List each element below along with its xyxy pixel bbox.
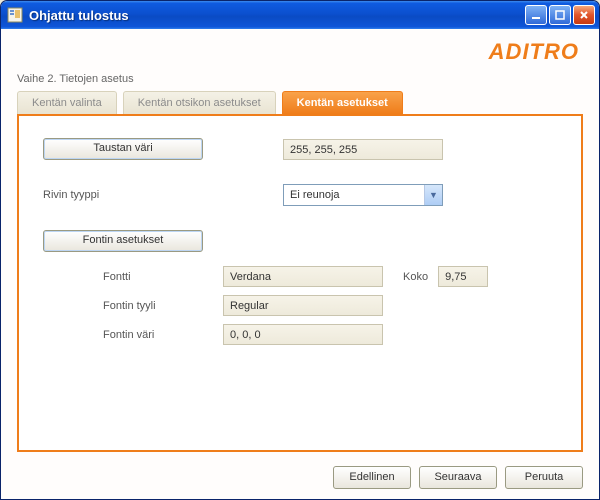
size-group: Koko 9,75 bbox=[403, 266, 488, 287]
font-settings-button[interactable]: Fontin asetukset bbox=[43, 230, 203, 252]
font-style-field[interactable]: Regular bbox=[223, 295, 383, 316]
font-color-label: Fontin väri bbox=[103, 329, 203, 341]
size-label: Koko bbox=[403, 271, 428, 283]
window-buttons bbox=[525, 5, 595, 25]
tab-bar: Kentän valinta Kentän otsikon asetukset … bbox=[17, 91, 583, 114]
tab-field-select[interactable]: Kentän valinta bbox=[17, 91, 117, 114]
close-button[interactable] bbox=[573, 5, 595, 25]
tab-panel-field-settings: Taustan väri 255, 255, 255 Rivin tyyppi … bbox=[17, 114, 583, 452]
background-color-field[interactable]: 255, 255, 255 bbox=[283, 139, 443, 160]
tab-header-settings[interactable]: Kentän otsikon asetukset bbox=[123, 91, 276, 114]
prev-button[interactable]: Edellinen bbox=[333, 466, 411, 489]
row-font-color: Fontin väri 0, 0, 0 bbox=[43, 324, 557, 345]
font-label: Fontti bbox=[103, 271, 203, 283]
font-field[interactable]: Verdana bbox=[223, 266, 383, 287]
row-background-color: Taustan väri 255, 255, 255 bbox=[43, 138, 557, 160]
row-font-style: Fontin tyyli Regular bbox=[43, 295, 557, 316]
row-type-combo[interactable]: Ei reunoja ▼ bbox=[283, 184, 443, 206]
step-label: Vaihe 2. Tietojen asetus bbox=[17, 73, 583, 85]
brand-logo: ADITRO bbox=[489, 39, 579, 65]
chevron-down-icon: ▼ bbox=[424, 185, 442, 205]
minimize-button[interactable] bbox=[525, 5, 547, 25]
row-font: Fontti Verdana Koko 9,75 bbox=[43, 266, 557, 287]
row-type-value: Ei reunoja bbox=[284, 189, 424, 201]
background-color-button[interactable]: Taustan väri bbox=[43, 138, 203, 160]
window-title: Ohjattu tulostus bbox=[29, 8, 525, 23]
size-field[interactable]: 9,75 bbox=[438, 266, 488, 287]
row-font-settings-btn: Fontin asetukset bbox=[43, 230, 557, 252]
tab-field-settings[interactable]: Kentän asetukset bbox=[282, 91, 403, 114]
wizard-footer: Edellinen Seuraava Peruuta bbox=[17, 462, 583, 489]
row-row-type: Rivin tyyppi Ei reunoja ▼ bbox=[43, 184, 557, 206]
font-color-field[interactable]: 0, 0, 0 bbox=[223, 324, 383, 345]
cancel-button[interactable]: Peruuta bbox=[505, 466, 583, 489]
font-style-label: Fontin tyyli bbox=[103, 300, 203, 312]
titlebar: Ohjattu tulostus bbox=[1, 1, 599, 29]
row-type-label: Rivin tyyppi bbox=[43, 189, 203, 201]
app-icon bbox=[7, 7, 23, 23]
maximize-button[interactable] bbox=[549, 5, 571, 25]
next-button[interactable]: Seuraava bbox=[419, 466, 497, 489]
app-window: Ohjattu tulostus ADITRO Vaihe 2. Tietoje… bbox=[0, 0, 600, 500]
client-area: ADITRO Vaihe 2. Tietojen asetus Kentän v… bbox=[1, 29, 599, 499]
